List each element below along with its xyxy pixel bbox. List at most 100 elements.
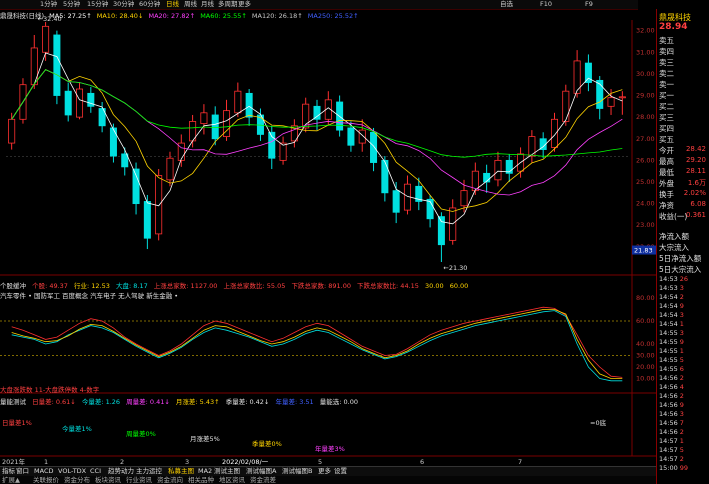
tick-row: 15:00 99 <box>659 464 688 472</box>
indicator-tab-6[interactable]: 主力运控 <box>136 467 162 476</box>
fund-row-2: 5日净流入额 <box>659 254 702 263</box>
tick-time: 14:56 <box>659 374 678 382</box>
tick-row: 14:53 26 <box>659 275 688 283</box>
label-week-diff: 周量差0% <box>126 430 156 438</box>
tick-row: 14:55 9 <box>659 338 684 346</box>
tick-row: 14:54 9 <box>659 302 684 310</box>
quote-row-label: 卖四 <box>659 47 674 56</box>
tick-time: 14:55 <box>659 329 678 337</box>
quote-row-label: 卖五 <box>659 36 674 45</box>
candle-body <box>234 90 242 114</box>
tick-volume: 2 <box>679 374 684 382</box>
tick-time: 14:55 <box>659 338 678 346</box>
label-today-diff: 今量差1% <box>62 425 92 433</box>
info-tab-3[interactable]: 板块资讯 <box>95 476 121 484</box>
ind2-v1: 今量差: 1.26 <box>81 398 121 406</box>
info-tab-1[interactable]: 关联报价 <box>33 476 59 484</box>
info-tab-6[interactable]: 相关品种 <box>188 476 214 484</box>
tick-time: 14:56 <box>659 392 678 400</box>
indicator-tab-12[interactable]: 更多 <box>318 467 331 476</box>
time-label: 2 <box>120 458 124 466</box>
tick-volume: 9 <box>679 302 684 310</box>
ind1-v5: 下跌总家数: 891.00 <box>291 282 351 290</box>
candle-body <box>64 90 72 116</box>
price-tick: 25.00 <box>636 178 655 186</box>
quote-row-label: 最低 <box>659 168 674 177</box>
candle-body <box>358 129 366 144</box>
tick-row: 14:54 2 <box>659 293 684 301</box>
ind2-v0: 日量差: 0.61↓ <box>32 398 76 406</box>
time-label: 1 <box>44 458 48 466</box>
candle-body <box>53 34 61 96</box>
ind1-tick: 80.00 <box>636 294 655 302</box>
ind2-v6: 量能选: 0.00 <box>319 398 358 406</box>
ind2-v3: 月涨差: 5.43↑ <box>175 398 220 406</box>
quote-row-8: 买四 <box>659 123 708 134</box>
indicator-tab-5[interactable]: 趋势动力 <box>108 467 134 476</box>
indicator-tab-9[interactable]: 测试主图 <box>214 467 240 476</box>
tick-volume: 9 <box>679 401 684 409</box>
info-tab-2[interactable]: 资金分布 <box>64 476 90 484</box>
quote-row-13: 外盘 1.6万 <box>659 178 708 189</box>
indicator-tab-11[interactable]: 测试幅图B <box>282 467 312 476</box>
indicator1-title: 个股缓冲 <box>0 282 26 290</box>
indicator-tab-7[interactable]: 私募主图 <box>168 467 194 476</box>
price-tick: 24.00 <box>636 200 655 208</box>
quote-row-label: 今开 <box>659 146 674 155</box>
indicator-tab-4[interactable]: CCI <box>90 467 101 476</box>
tick-volume: 3 <box>679 410 684 418</box>
candle-body <box>166 157 174 181</box>
tick-time: 14:55 <box>659 356 678 364</box>
quote-row-9: 买五 <box>659 134 708 145</box>
label-day-diff: 日量差1% <box>2 419 32 427</box>
price-tick: 32.00 <box>636 27 655 35</box>
indicator-tab-10[interactable]: 测试幅图A <box>246 467 276 476</box>
quote-row-16: 收益(一) 0.361 <box>659 211 708 222</box>
tick-time: 14:56 <box>659 401 678 409</box>
tick-volume: 9 <box>679 338 684 346</box>
quote-row-label: 买二 <box>659 102 674 111</box>
tick-volume: 2 <box>679 392 684 400</box>
indicator2-header: 量能测试 日量差: 0.61↓ 今量差: 1.26 周量差: 0.41↓ 月涨差… <box>0 396 362 406</box>
indicator1-footer: 大盘涨跌数 11-大盘跌停数 4-数字 <box>0 386 100 394</box>
info-tab-5[interactable]: 资金流向 <box>157 476 183 484</box>
candle-body <box>562 90 570 122</box>
label-month-diff: 月涨差5% <box>190 435 220 443</box>
indicator-tab-13[interactable]: 设置 <box>334 467 347 476</box>
quote-row-12: 最低 28.11 <box>659 167 708 178</box>
candle-body <box>607 97 615 107</box>
tick-volume: 5 <box>679 356 684 364</box>
tick-volume: 26 <box>679 275 689 283</box>
quote-row-0: 卖五 <box>659 35 708 46</box>
ind1-v8: 60.00 <box>449 282 469 290</box>
tick-row: 14:56 9 <box>659 401 684 409</box>
tick-time: 14:56 <box>659 419 678 427</box>
tick-time: 14:57 <box>659 446 678 454</box>
tick-volume: 2 <box>679 428 684 436</box>
indicator-tab-0[interactable]: 指标 <box>2 467 15 476</box>
indicator-tab-8[interactable]: MA2 <box>198 467 212 476</box>
info-tab-8[interactable]: 资金流差 <box>250 476 276 484</box>
ind1-tick: 20.00 <box>636 363 655 371</box>
candle-body <box>279 142 287 161</box>
time-label: 7 <box>518 458 522 466</box>
tick-time: 14:55 <box>659 365 678 373</box>
quote-row-value: 29.20 <box>685 156 706 164</box>
tick-row: 14:56 2 <box>659 374 684 382</box>
label-year-diff: 年量差3% <box>315 445 345 453</box>
indicator-tab-2[interactable]: MACD <box>34 467 53 476</box>
time-label: 2022/02/08/一 <box>222 458 269 466</box>
info-tab-0[interactable]: 扩展▲ <box>2 476 20 484</box>
info-tabs: 扩展▲ 关联报价 资金分布 板块资讯 行业资讯 资金流向 相关品种 地区资讯 资金流差 <box>0 476 656 484</box>
quote-row-10: 今开 28.42 <box>659 145 708 156</box>
info-tab-4[interactable]: 行业资讯 <box>126 476 152 484</box>
indicator-tab-1[interactable]: 窗口 <box>16 467 29 476</box>
time-label: 6 <box>420 458 424 466</box>
candle-body <box>109 127 117 157</box>
indicator1-header: 个股缓冲 个股: 49.37 行业: 12.53 大盘: 8.17 上涨总家数:… <box>0 280 472 290</box>
quote-row-1: 卖四 <box>659 46 708 57</box>
indicator-tab-3[interactable]: VOL-TDX <box>58 467 86 476</box>
info-tab-7[interactable]: 地区资讯 <box>219 476 245 484</box>
tick-time: 14:53 <box>659 284 678 292</box>
ind1-tick: 60.00 <box>636 317 655 325</box>
